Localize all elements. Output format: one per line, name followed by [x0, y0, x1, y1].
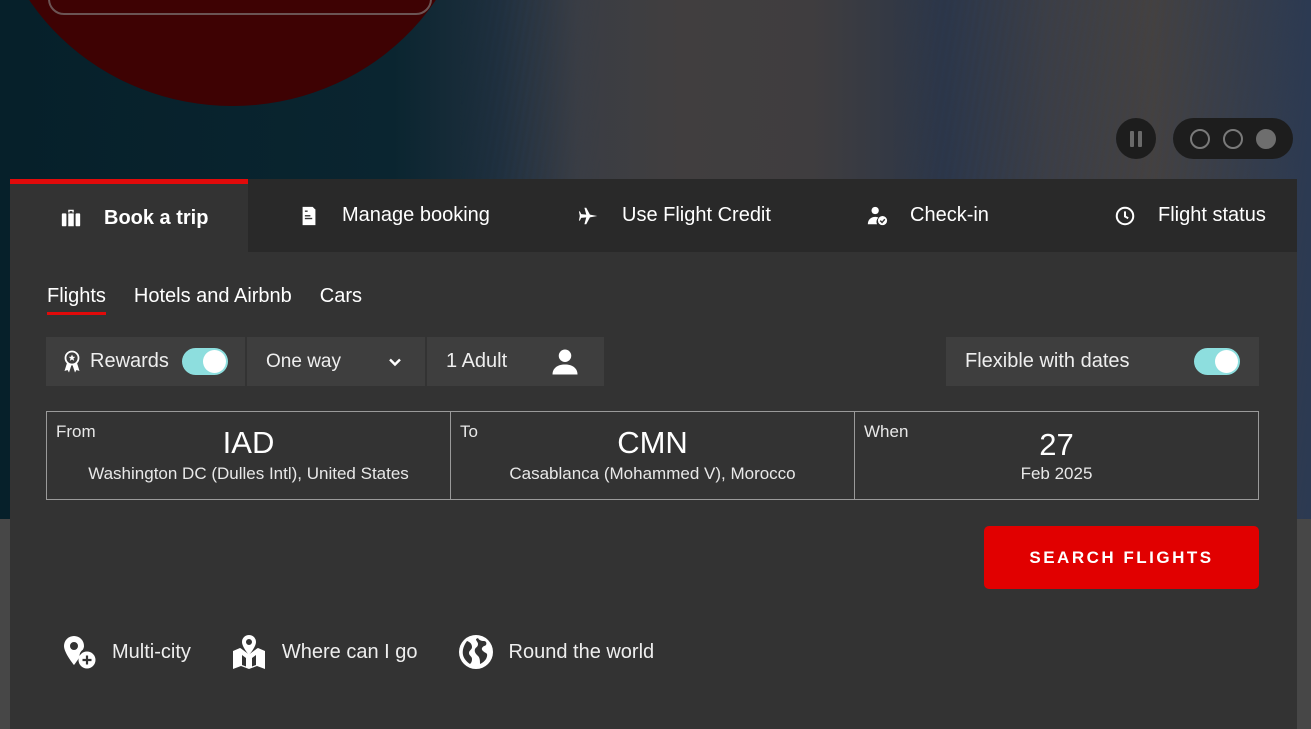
plane-icon: [578, 205, 600, 227]
suitcase-icon: [60, 207, 82, 229]
chevron-down-icon: [389, 358, 401, 366]
pause-icon: [1130, 130, 1134, 147]
rewards-toggle[interactable]: [181, 348, 228, 375]
extra-search-links: Multi-city Where can I go Round the worl…: [61, 634, 694, 670]
tab-check-in[interactable]: Check-in: [817, 179, 1045, 252]
from-field[interactable]: From IAD Washington DC (Dulles Intl), Un…: [47, 412, 451, 499]
tab-label: Check-in: [910, 204, 989, 226]
subtab-flights[interactable]: Flights: [47, 285, 106, 315]
departure-month-year: Feb 2025: [1020, 464, 1093, 483]
tab-book-a-trip[interactable]: Book a trip: [10, 179, 248, 252]
search-flights-button[interactable]: SEARCH FLIGHTS: [984, 526, 1259, 589]
hero-red-circle: [0, 0, 475, 106]
rewards-option: Rewards: [46, 337, 245, 386]
round-the-world-label: Round the world: [508, 640, 655, 663]
pause-icon-bar: [1138, 130, 1142, 147]
map-pin-icon: [232, 635, 265, 669]
from-airport-name: Washington DC (Dulles Intl), United Stat…: [88, 464, 409, 483]
product-subtabs: Flights Hotels and Airbnb Cars: [47, 285, 362, 315]
carousel-controls: [1116, 118, 1293, 159]
passenger-select[interactable]: 1 Adult: [427, 337, 604, 386]
carousel-dot-1[interactable]: [1189, 128, 1210, 149]
tab-use-flight-credit[interactable]: Use Flight Credit: [534, 179, 817, 252]
to-airport-code: CMN: [617, 425, 688, 460]
tab-manage-booking[interactable]: Manage booking: [248, 179, 534, 252]
tab-label: Manage booking: [342, 204, 490, 226]
from-airport-code: IAD: [222, 425, 275, 460]
multi-city-link[interactable]: Multi-city: [61, 634, 191, 670]
to-field[interactable]: To CMN Casablanca (Mohammed V), Morocco: [451, 412, 855, 499]
when-field[interactable]: When 27 Feb 2025: [855, 412, 1258, 499]
pin-plus-icon: [64, 636, 96, 669]
trip-type-select[interactable]: One way: [247, 337, 425, 386]
carousel-dot-2[interactable]: [1222, 128, 1243, 149]
where-can-i-go-link[interactable]: Where can I go: [231, 634, 418, 670]
flexible-dates-option: Flexible with dates: [946, 337, 1259, 386]
booking-panel: Book a trip Manage booking Use Flight Cr…: [10, 179, 1297, 729]
to-airport-name: Casablanca (Mohammed V), Morocco: [509, 464, 796, 483]
flexible-dates-label: Flexible with dates: [965, 350, 1130, 372]
round-the-world-link[interactable]: Round the world: [458, 634, 655, 670]
subtab-hotels-airbnb[interactable]: Hotels and Airbnb: [134, 285, 292, 315]
person-icon: [552, 349, 578, 374]
multi-city-label: Multi-city: [112, 640, 191, 663]
subtab-cars[interactable]: Cars: [320, 285, 362, 315]
tab-label: Use Flight Credit: [622, 204, 771, 226]
tab-label: Flight status: [1158, 204, 1266, 226]
clock-icon: [1114, 205, 1136, 227]
passenger-value: 1 Adult: [446, 350, 508, 372]
award-ribbon-icon: [64, 350, 80, 372]
departure-day: 27: [1039, 427, 1074, 462]
flexible-dates-toggle[interactable]: [1194, 348, 1240, 375]
globe-icon: [458, 635, 493, 669]
carousel-dot-3[interactable]: [1256, 128, 1277, 149]
booking-tabs: Book a trip Manage booking Use Flight Cr…: [10, 179, 1297, 252]
carousel-pause-button[interactable]: [1116, 118, 1156, 159]
document-icon: [298, 205, 320, 227]
tab-flight-status[interactable]: Flight status: [1045, 179, 1297, 252]
rewards-label: Rewards: [90, 350, 169, 372]
search-options-row: Rewards One way 1 Adult: [46, 337, 604, 386]
hero-cta-button[interactable]: [48, 0, 432, 15]
trip-type-value: One way: [266, 350, 341, 372]
tab-label: Book a trip: [104, 206, 209, 229]
person-check-icon: [866, 205, 888, 227]
carousel-dots: [1173, 118, 1293, 159]
where-can-i-go-label: Where can I go: [281, 640, 418, 663]
route-fields: From IAD Washington DC (Dulles Intl), Un…: [46, 411, 1259, 500]
